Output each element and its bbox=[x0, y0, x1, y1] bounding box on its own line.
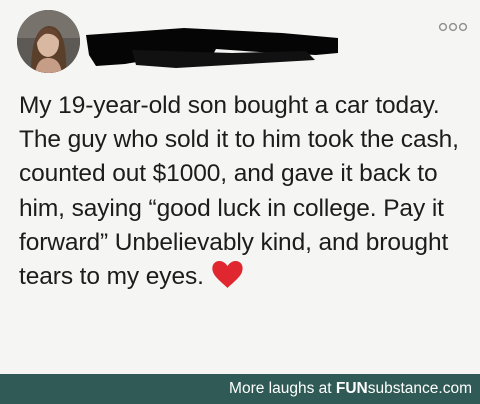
site-name-substance: substance bbox=[367, 380, 439, 397]
footer-prefix: More laughs at bbox=[229, 380, 332, 397]
footer-watermark: More laughs at FUNsubstance.com bbox=[229, 374, 472, 404]
post-text: My 19-year-old son bought a car today. T… bbox=[19, 89, 467, 294]
red-heart-icon bbox=[211, 260, 244, 289]
profile-photo-icon bbox=[17, 10, 80, 73]
post-card: My 19-year-old son bought a car today. T… bbox=[0, 0, 480, 374]
footer-bar: More laughs at FUNsubstance.com bbox=[0, 374, 480, 404]
site-name-fun: FUN bbox=[335, 380, 368, 397]
more-options-button[interactable] bbox=[438, 18, 468, 36]
avatar[interactable] bbox=[17, 10, 80, 73]
site-link[interactable]: FUNsubstance.com bbox=[336, 380, 472, 397]
site-domain: .com bbox=[438, 380, 472, 397]
three-dots-icon bbox=[438, 22, 468, 32]
redacted-author-name bbox=[86, 14, 338, 72]
